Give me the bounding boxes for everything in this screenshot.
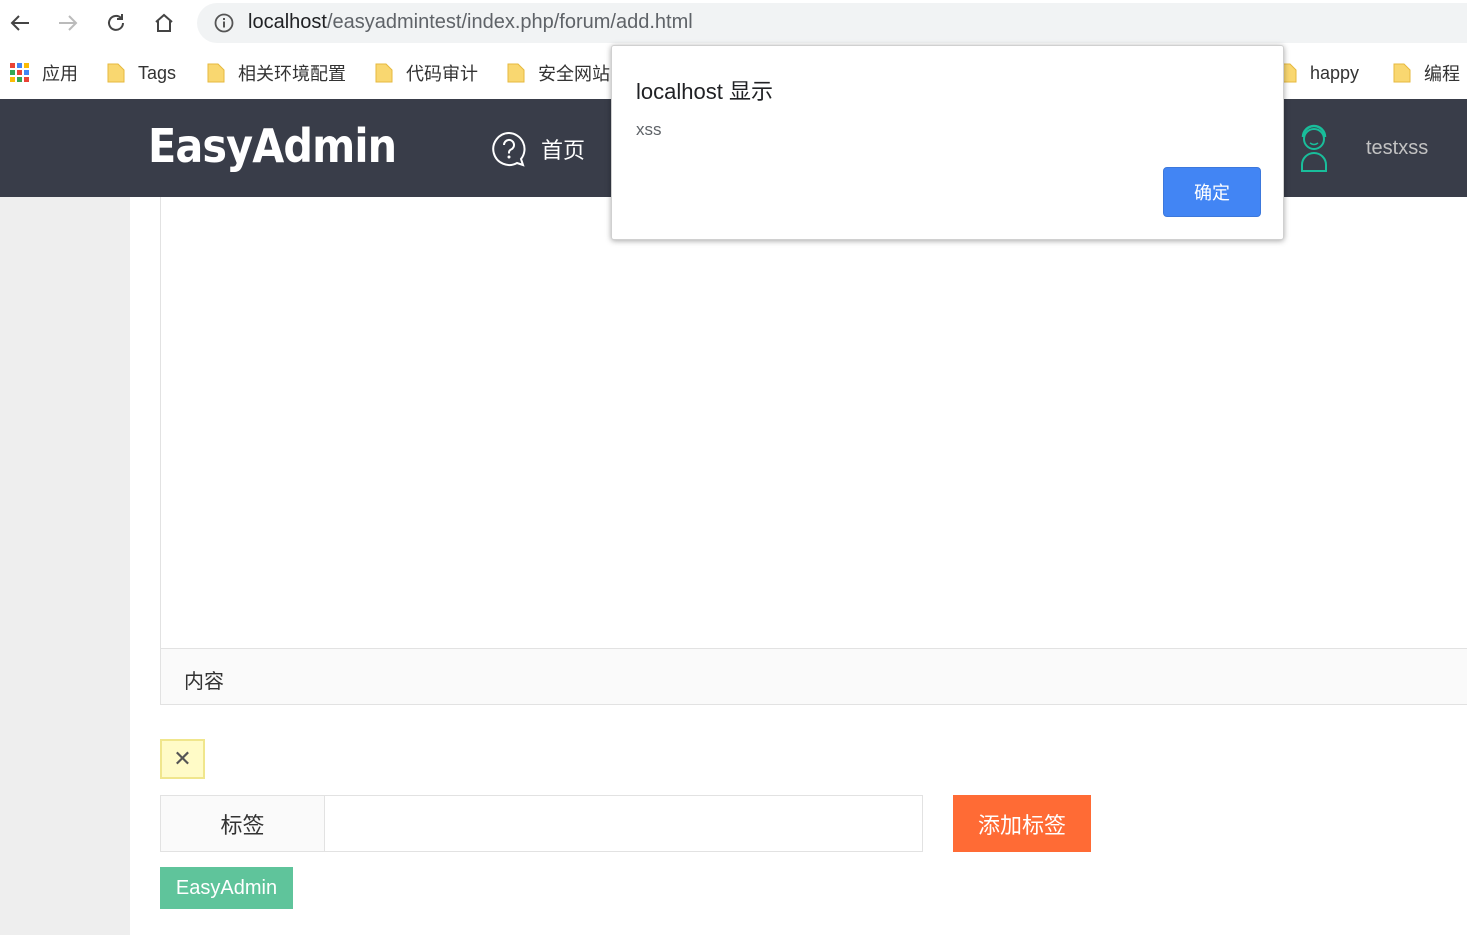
bookmark-code-audit[interactable]: 代码审计	[374, 60, 478, 86]
nav-home-label: 首页	[541, 138, 586, 163]
editor-footer-label: 内容	[184, 671, 224, 693]
dialog-message: xss	[636, 120, 662, 139]
home-icon	[155, 13, 173, 32]
folder-icon	[1393, 63, 1411, 83]
folder-icon	[107, 63, 125, 83]
add-tag-button[interactable]: 添加标签	[953, 795, 1091, 852]
bookmark-label: 安全网站	[538, 64, 610, 84]
nav-home-link[interactable]: 首页	[491, 131, 585, 167]
close-icon: ✕	[173, 746, 192, 771]
alert-dialog: localhost 显示 xss 确定	[611, 45, 1284, 240]
forward-button[interactable]	[52, 7, 84, 39]
bookmark-apps[interactable]: 应用	[10, 60, 78, 86]
user-avatar-icon[interactable]	[1294, 123, 1334, 173]
dialog-ok-button[interactable]: 确定	[1163, 167, 1261, 217]
tag-label: 标签	[161, 796, 325, 851]
bookmark-security-sites[interactable]: 安全网站	[506, 60, 610, 86]
folder-icon	[375, 63, 393, 83]
bookmark-tags[interactable]: Tags	[106, 60, 176, 86]
bookmark-label: 相关环境配置	[238, 64, 346, 84]
content-editor[interactable]: 内容	[160, 197, 1467, 705]
back-arrow-icon	[10, 15, 29, 31]
back-button[interactable]	[4, 7, 36, 39]
help-circle-icon	[492, 131, 526, 167]
bookmark-label: Tags	[138, 62, 177, 83]
bookmark-label: happy	[1310, 62, 1360, 83]
tag-input-group: 标签	[160, 795, 923, 852]
reload-icon	[108, 14, 124, 31]
url-path: /easyadmintest/index.php/forum/add.html	[326, 11, 693, 33]
forward-arrow-icon	[59, 15, 78, 31]
bookmark-happy[interactable]: happy	[1278, 60, 1359, 86]
dialog-title: localhost 显示	[636, 79, 773, 104]
address-bar[interactable]: localhost/easyadmintest/index.php/forum/…	[197, 3, 1467, 43]
logo[interactable]: EasyAdmin	[148, 119, 397, 173]
bookmark-label: 编程	[1424, 64, 1460, 84]
reload-button[interactable]	[100, 7, 132, 39]
apps-grid-icon	[10, 63, 29, 82]
bookmark-label: 应用	[42, 64, 78, 84]
tag-input[interactable]	[325, 796, 922, 851]
editor-footer: 内容	[161, 648, 1467, 704]
left-sidebar	[0, 197, 130, 935]
browser-toolbar: localhost/easyadmintest/index.php/forum/…	[0, 0, 1467, 46]
bookmark-programming[interactable]: 编程	[1392, 60, 1460, 86]
username[interactable]: testxss	[1366, 137, 1428, 160]
home-button[interactable]	[148, 7, 180, 39]
info-icon[interactable]	[213, 12, 235, 34]
bookmark-label: 代码审计	[406, 64, 478, 84]
url-host: localhost	[248, 11, 327, 33]
url-text: localhost/easyadmintest/index.php/forum/…	[248, 11, 693, 34]
tag-chip[interactable]: EasyAdmin	[160, 867, 293, 909]
remove-tag-button[interactable]: ✕	[160, 739, 205, 779]
bookmark-env-config[interactable]: 相关环境配置	[206, 60, 346, 86]
folder-icon	[207, 63, 225, 83]
folder-icon	[507, 63, 525, 83]
